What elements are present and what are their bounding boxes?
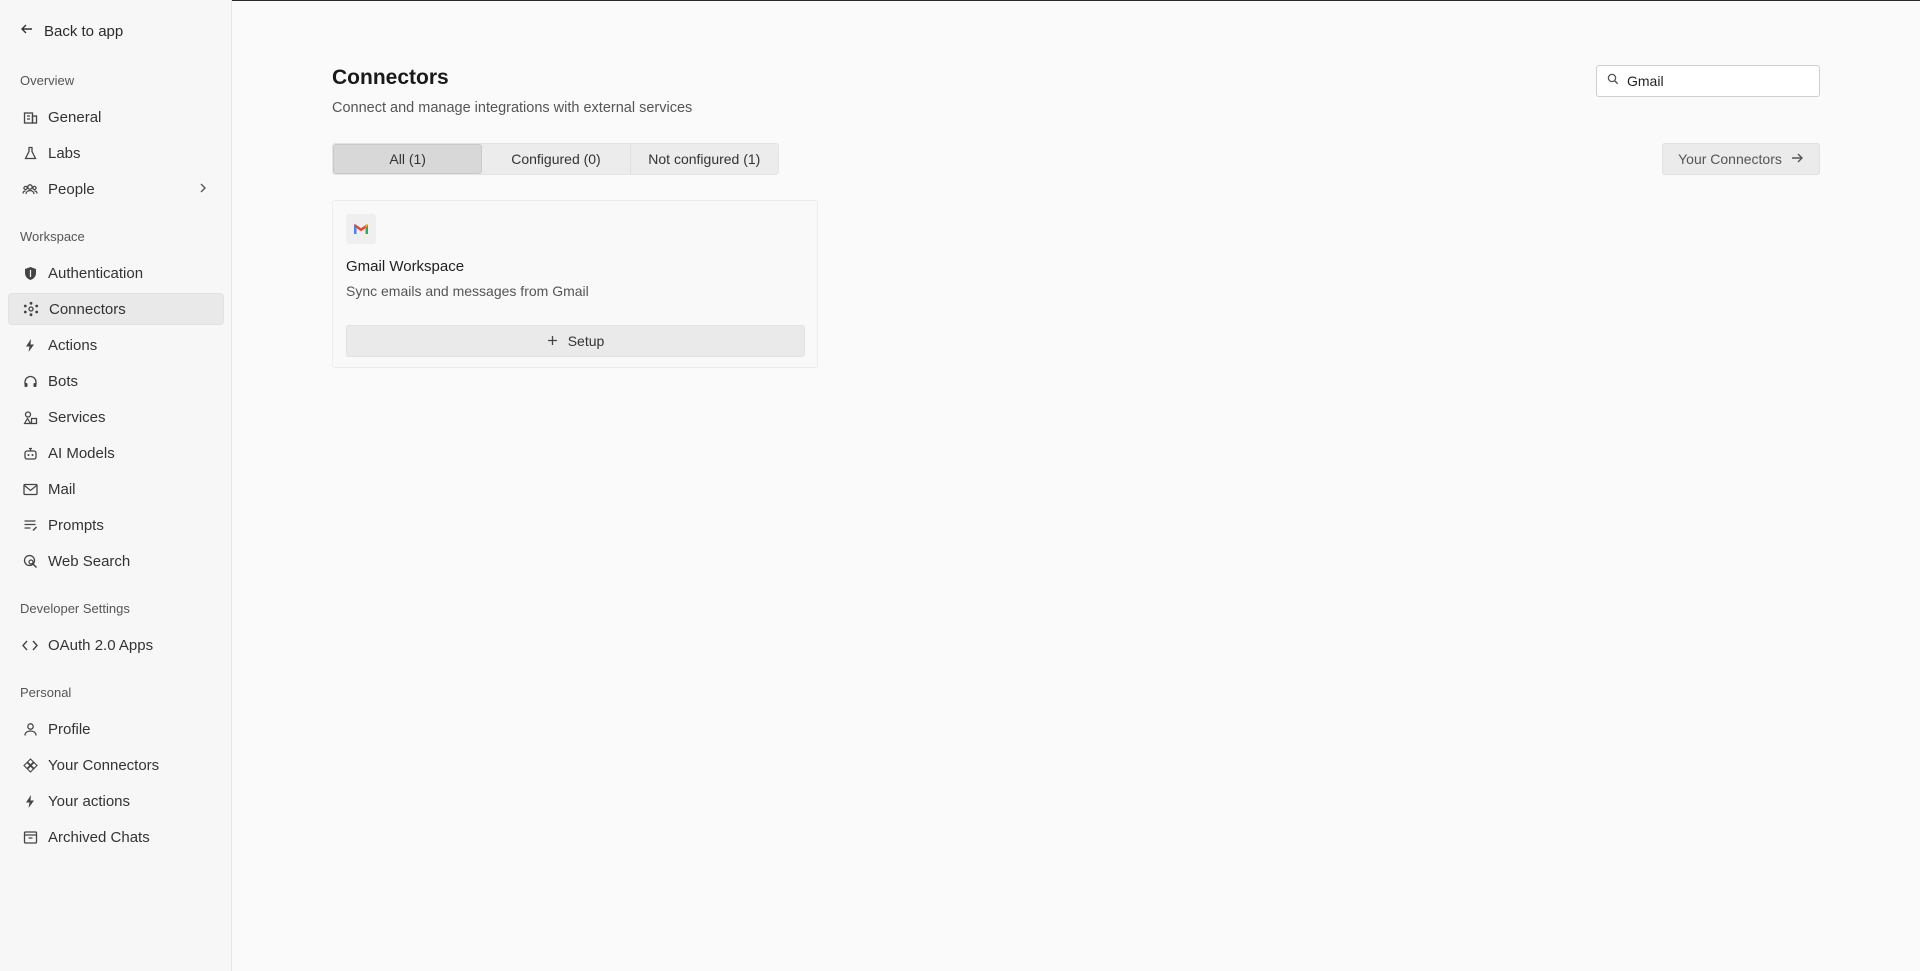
- sidebar-item-web-search[interactable]: Web Search: [8, 545, 224, 577]
- sidebar-item-label: Your actions: [48, 792, 131, 810]
- sidebar-item-label: People: [48, 180, 95, 198]
- connector-title: Gmail Workspace: [346, 258, 465, 275]
- people-icon: [22, 181, 38, 197]
- sidebar-item-labs[interactable]: Labs: [8, 137, 224, 169]
- connector-description: Sync emails and messages from Gmail: [346, 283, 589, 299]
- sidebar-item-label: Actions: [48, 336, 98, 354]
- setup-button[interactable]: Setup: [346, 325, 805, 357]
- tab-all[interactable]: All (1): [333, 144, 483, 174]
- sidebar-item-label: Authentication: [48, 264, 144, 282]
- sidebar-item-actions[interactable]: Actions: [8, 329, 224, 361]
- sidebar-item-services[interactable]: Services: [8, 401, 224, 433]
- sidebar-item-oauth-apps[interactable]: OAuth 2.0 Apps: [8, 629, 224, 661]
- arrow-right-icon: [1790, 151, 1804, 168]
- user-icon: [22, 721, 38, 737]
- sidebar-item-people[interactable]: People: [8, 173, 224, 205]
- sidebar-item-label: Services: [48, 408, 106, 426]
- search-icon: [1607, 72, 1619, 90]
- sidebar-item-profile[interactable]: Profile: [8, 713, 224, 745]
- tab-not-configured[interactable]: Not configured (1): [631, 144, 778, 174]
- sidebar-item-bots[interactable]: Bots: [8, 365, 224, 397]
- mail-icon: [22, 481, 38, 497]
- main-content: Connectors Connect and manage integratio…: [232, 0, 1920, 971]
- sidebar-item-label: Connectors: [49, 300, 126, 318]
- archive-icon: [22, 829, 38, 845]
- search-box[interactable]: [1596, 65, 1820, 97]
- code-icon: [22, 637, 38, 653]
- gmail-icon: [346, 214, 376, 244]
- sidebar-item-label: Mail: [48, 480, 76, 498]
- page-title: Connectors: [332, 66, 449, 89]
- web-search-icon: [22, 553, 38, 569]
- bolt-icon: [22, 337, 38, 353]
- tab-configured[interactable]: Configured (0): [482, 144, 631, 174]
- sidebar-item-label: Web Search: [48, 552, 131, 570]
- setup-button-label: Setup: [567, 333, 605, 349]
- services-icon: [22, 409, 38, 425]
- connectors-icon: [23, 301, 39, 317]
- arrow-left-icon: [20, 22, 34, 40]
- sidebar-item-ai-models[interactable]: AI Models: [8, 437, 224, 469]
- sidebar-item-label: Prompts: [48, 516, 104, 534]
- chevron-right-icon: [198, 181, 208, 199]
- sidebar-item-general[interactable]: General: [8, 101, 224, 133]
- sidebar-item-authentication[interactable]: Authentication: [8, 257, 224, 289]
- plus-icon: [547, 333, 558, 349]
- section-title-developer-settings: Developer Settings: [20, 601, 130, 616]
- prompts-icon: [22, 517, 38, 533]
- flask-icon: [22, 145, 38, 161]
- sidebar-item-mail[interactable]: Mail: [8, 473, 224, 505]
- sidebar-item-your-connectors[interactable]: Your Connectors: [8, 749, 224, 781]
- sidebar: Back to app Overview General Labs People…: [0, 0, 232, 971]
- sidebar-item-prompts[interactable]: Prompts: [8, 509, 224, 541]
- sidebar-item-connectors[interactable]: Connectors: [8, 293, 224, 325]
- shield-icon: [22, 265, 38, 281]
- page-subtitle: Connect and manage integrations with ext…: [332, 100, 693, 116]
- bot-icon: [22, 373, 38, 389]
- sidebar-item-archived-chats[interactable]: Archived Chats: [8, 821, 224, 853]
- sidebar-item-label: Archived Chats: [48, 828, 150, 846]
- connector-card-gmail: Gmail Workspace Sync emails and messages…: [332, 200, 818, 368]
- sidebar-item-label: Labs: [48, 144, 81, 162]
- building-icon: [22, 109, 38, 125]
- section-title-personal: Personal: [20, 685, 72, 700]
- diamond-grid-icon: [22, 757, 38, 773]
- sidebar-item-label: Your Connectors: [48, 756, 160, 774]
- bolt-icon: [22, 793, 38, 809]
- sidebar-item-label: General: [48, 108, 102, 126]
- section-title-workspace: Workspace: [20, 229, 85, 244]
- back-to-app-label: Back to app: [44, 22, 124, 40]
- sidebar-item-label: AI Models: [48, 444, 115, 462]
- sidebar-item-label: OAuth 2.0 Apps: [48, 636, 154, 654]
- sidebar-item-your-actions[interactable]: Your actions: [8, 785, 224, 817]
- sidebar-item-label: Bots: [48, 372, 79, 390]
- section-title-overview: Overview: [20, 73, 75, 88]
- filter-tabs: All (1) Configured (0) Not configured (1…: [332, 143, 779, 175]
- robot-icon: [22, 445, 38, 461]
- your-connectors-button[interactable]: Your Connectors: [1662, 143, 1820, 175]
- search-input[interactable]: [1627, 73, 1807, 89]
- back-to-app-link[interactable]: Back to app: [20, 22, 123, 40]
- your-connectors-button-label: Your Connectors: [1678, 151, 1782, 167]
- sidebar-item-label: Profile: [48, 720, 91, 738]
